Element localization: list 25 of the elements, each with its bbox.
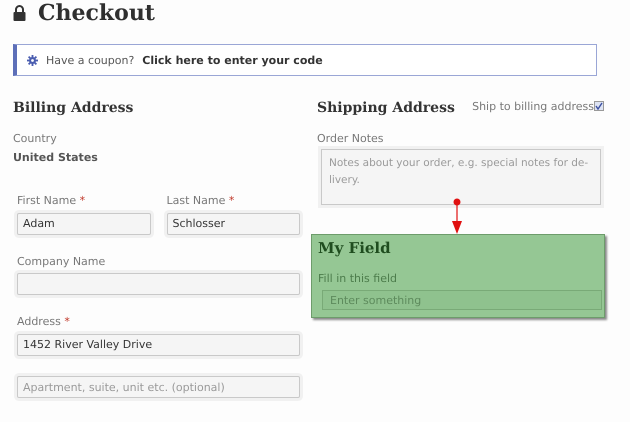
- field-label: Country: [13, 132, 58, 146]
- coupon-link[interactable]: Click here to enter your code: [142, 54, 323, 66]
- field-label: First Name *: [17, 194, 86, 208]
- lock-icon: [13, 5, 26, 21]
- gear-icon: [27, 54, 38, 66]
- input-field[interactable]: [17, 273, 300, 295]
- notes-field[interactable]: Notes about your order, e.g. special notes for de-livery.: [321, 149, 601, 205]
- input-field[interactable]: Enter something: [322, 290, 602, 310]
- field-label: Last Name *: [166, 194, 236, 208]
- input-field[interactable]: Schlosser: [166, 212, 300, 234]
- input-field[interactable]: Apartment, suite, unit etc. (optional): [17, 376, 300, 398]
- field-label: Order Notes: [317, 132, 385, 146]
- section-heading: Billing Address: [13, 99, 134, 118]
- input-field[interactable]: Adam: [17, 212, 150, 234]
- section-heading: Shipping Address: [317, 99, 455, 118]
- checkbox-label: Ship to billing address: [472, 100, 594, 112]
- coupon-text: Have a coupon?: [46, 54, 134, 66]
- field-label: Fill in this field: [318, 272, 398, 286]
- country-value: United States: [13, 150, 99, 166]
- input-field[interactable]: 1452 River Valley Drive: [17, 334, 300, 356]
- checkbox[interactable]: [594, 101, 604, 111]
- panel-title: My Field: [318, 238, 392, 258]
- page-title: Checkout: [38, 0, 155, 26]
- field-label: Address *: [17, 315, 71, 329]
- field-label: Company Name: [17, 254, 106, 268]
